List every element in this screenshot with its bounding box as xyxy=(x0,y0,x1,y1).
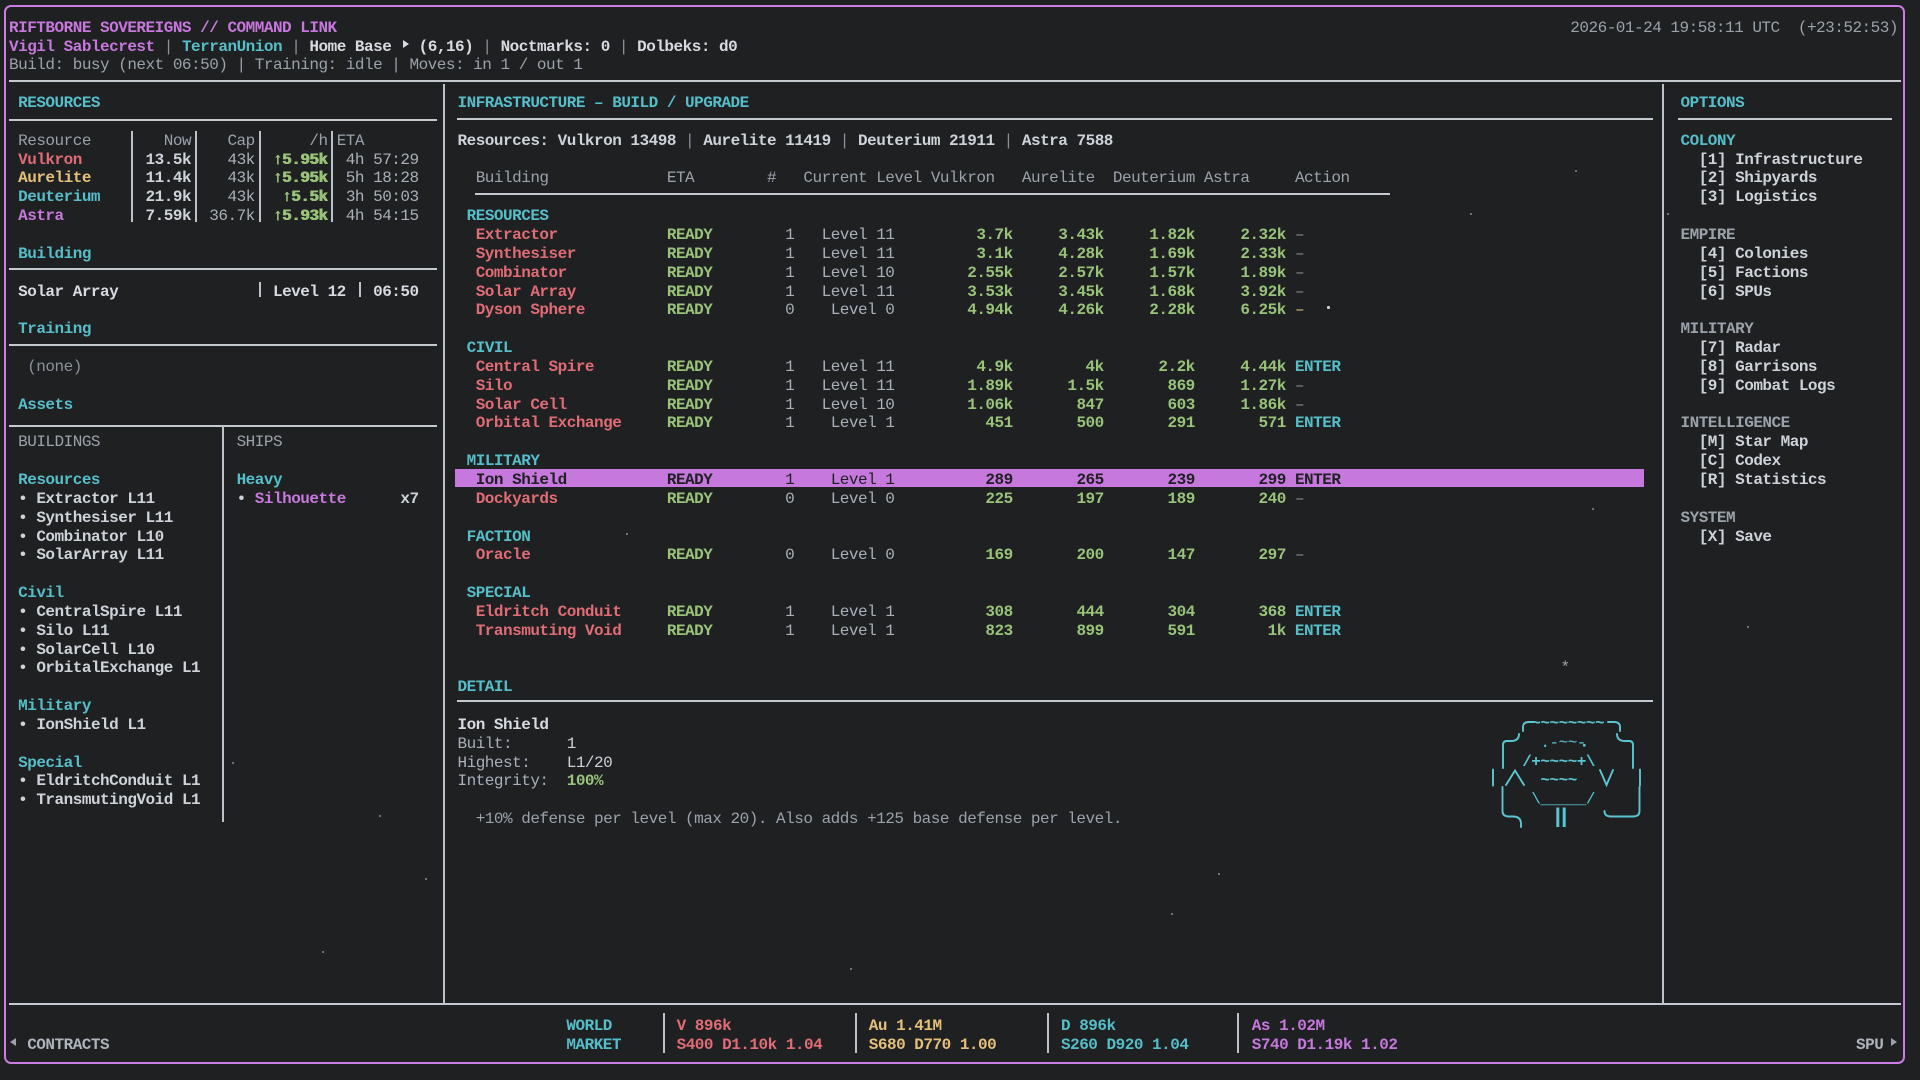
svg-text:/+~~~~+\: /+~~~~+\ xyxy=(1522,753,1595,771)
svg-text:~~~~~~~~: ~~~~~~~~ xyxy=(1531,715,1604,733)
svg-text:.-~~-: .-~~- xyxy=(1540,734,1586,752)
svg-text:\_____/: \_____/ xyxy=(1531,791,1595,809)
svg-text:~~~~: ~~~~ xyxy=(1540,772,1576,790)
